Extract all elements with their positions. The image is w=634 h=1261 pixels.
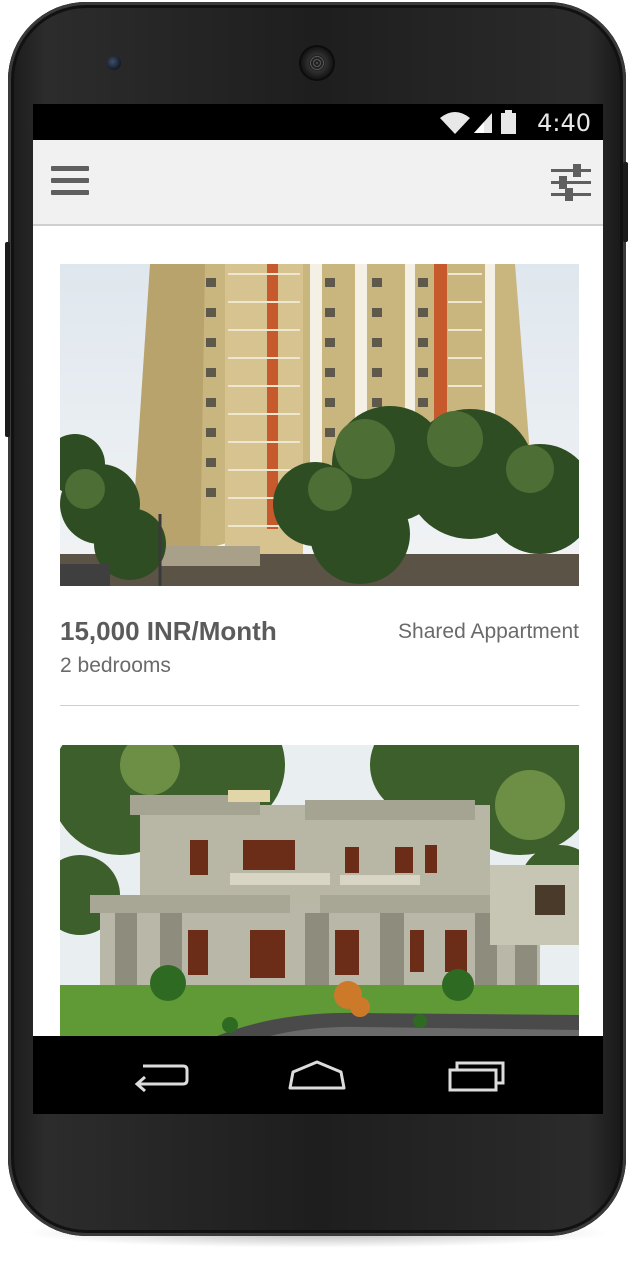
wifi-icon — [440, 112, 470, 134]
status-bar: 4:40 — [33, 104, 603, 140]
listing-card[interactable] — [60, 745, 579, 1036]
recents-icon[interactable] — [445, 1058, 505, 1094]
sliders-filter-icon[interactable] — [551, 164, 591, 202]
volume-button — [623, 162, 628, 242]
listing-card[interactable]: 15,000 INR/Month Shared Appartment 2 bed… — [60, 264, 579, 724]
listing-bedrooms: 2 bedrooms — [60, 654, 171, 677]
listing-type: Shared Appartment — [398, 620, 579, 643]
listings-feed: 15,000 INR/Month Shared Appartment 2 bed… — [33, 226, 603, 1036]
phone-screen: 4:40 15,000 INR/Month Shared Appartment … — [33, 104, 603, 1114]
status-time: 4:40 — [537, 109, 591, 137]
power-button — [5, 242, 10, 437]
status-icons — [438, 109, 538, 140]
battery-icon — [501, 110, 516, 134]
app-bar — [33, 140, 603, 226]
back-icon[interactable] — [131, 1058, 191, 1094]
two-story-house-photo[interactable] — [60, 745, 579, 1036]
listing-price: 15,000 INR/Month — [60, 616, 277, 646]
hamburger-menu-icon[interactable] — [51, 166, 89, 200]
earpiece-speaker — [301, 47, 333, 79]
signal-icon — [474, 113, 492, 133]
apartment-tower-photo[interactable] — [60, 264, 579, 586]
front-camera-icon — [107, 56, 121, 70]
navigation-bar — [33, 1036, 603, 1114]
home-icon[interactable] — [287, 1058, 347, 1094]
card-divider — [60, 705, 579, 706]
